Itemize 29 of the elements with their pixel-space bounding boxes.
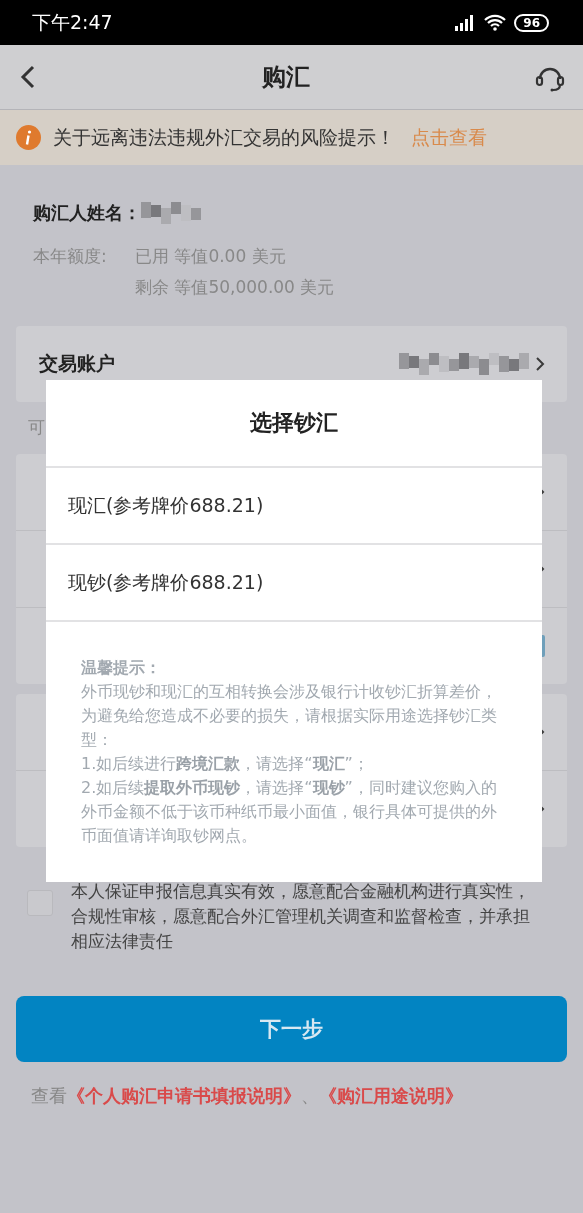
buyer-name-label: 购汇人姓名： bbox=[33, 201, 141, 225]
annual-quota-label: 本年额度: bbox=[33, 245, 108, 268]
battery-indicator: 96 bbox=[514, 13, 549, 32]
hint-text: 可 bbox=[28, 416, 45, 439]
pixelated-redaction bbox=[141, 202, 201, 224]
page-title: 购汇 bbox=[261, 62, 310, 93]
rate-option[interactable]: 现汇(参考牌价688.21) bbox=[46, 468, 542, 545]
quota-line: 已用 等值0.00 美元 bbox=[135, 245, 287, 268]
tip-paragraph: 1.如后续进行跨境汇款，请选择“现汇”； bbox=[81, 753, 370, 775]
chevron-right-icon bbox=[535, 356, 545, 372]
next-step-button[interactable]: 下一步 bbox=[16, 996, 567, 1062]
guide-link[interactable]: 《个人购汇申请书填报说明》 bbox=[67, 1085, 301, 1106]
view-label: 查看 bbox=[31, 1085, 67, 1106]
tip-paragraph: 外币现钞和现汇的互相转换会涉及银行计收钞汇折算差价，为避免给您造成不必要的损失，请根据实际用途选择钞汇类型： bbox=[81, 681, 498, 751]
wifi-icon bbox=[484, 14, 507, 31]
guide-link[interactable]: 《购汇用途说明》 bbox=[319, 1085, 463, 1106]
tip-paragraph: 2.如后续提取外币现钞，请选择“现钞”，同时建议您购入的外币金额不低于该币种纸币最小面值，银行具体可提供的外币面值请详询取钞网点。 bbox=[81, 777, 498, 847]
status-time: 下午2:47 bbox=[32, 9, 113, 35]
account-label: 交易账户 bbox=[39, 351, 115, 376]
quota-line: 剩余 等值50,000.00 美元 bbox=[135, 276, 336, 299]
info-icon bbox=[16, 125, 41, 150]
separator-mark: 、 bbox=[301, 1085, 319, 1106]
back-icon[interactable] bbox=[20, 65, 36, 89]
dialog-title: 选择钞汇 bbox=[46, 380, 542, 468]
view-details-link[interactable]: 点击查看 bbox=[411, 124, 487, 151]
tip-title: 温馨提示： bbox=[81, 657, 162, 679]
risk-notice-text: 关于远离违法违规外汇交易的风险提示！ bbox=[53, 124, 395, 150]
rate-option[interactable]: 现钞(参考牌价688.21) bbox=[46, 545, 542, 622]
agreement-text: 本人保证申报信息真实有效，愿意配合金融机构进行真实性，合规性审核，愿意配合外汇管理机关调查和监督检查，并承担相应法律责任 bbox=[71, 880, 531, 953]
